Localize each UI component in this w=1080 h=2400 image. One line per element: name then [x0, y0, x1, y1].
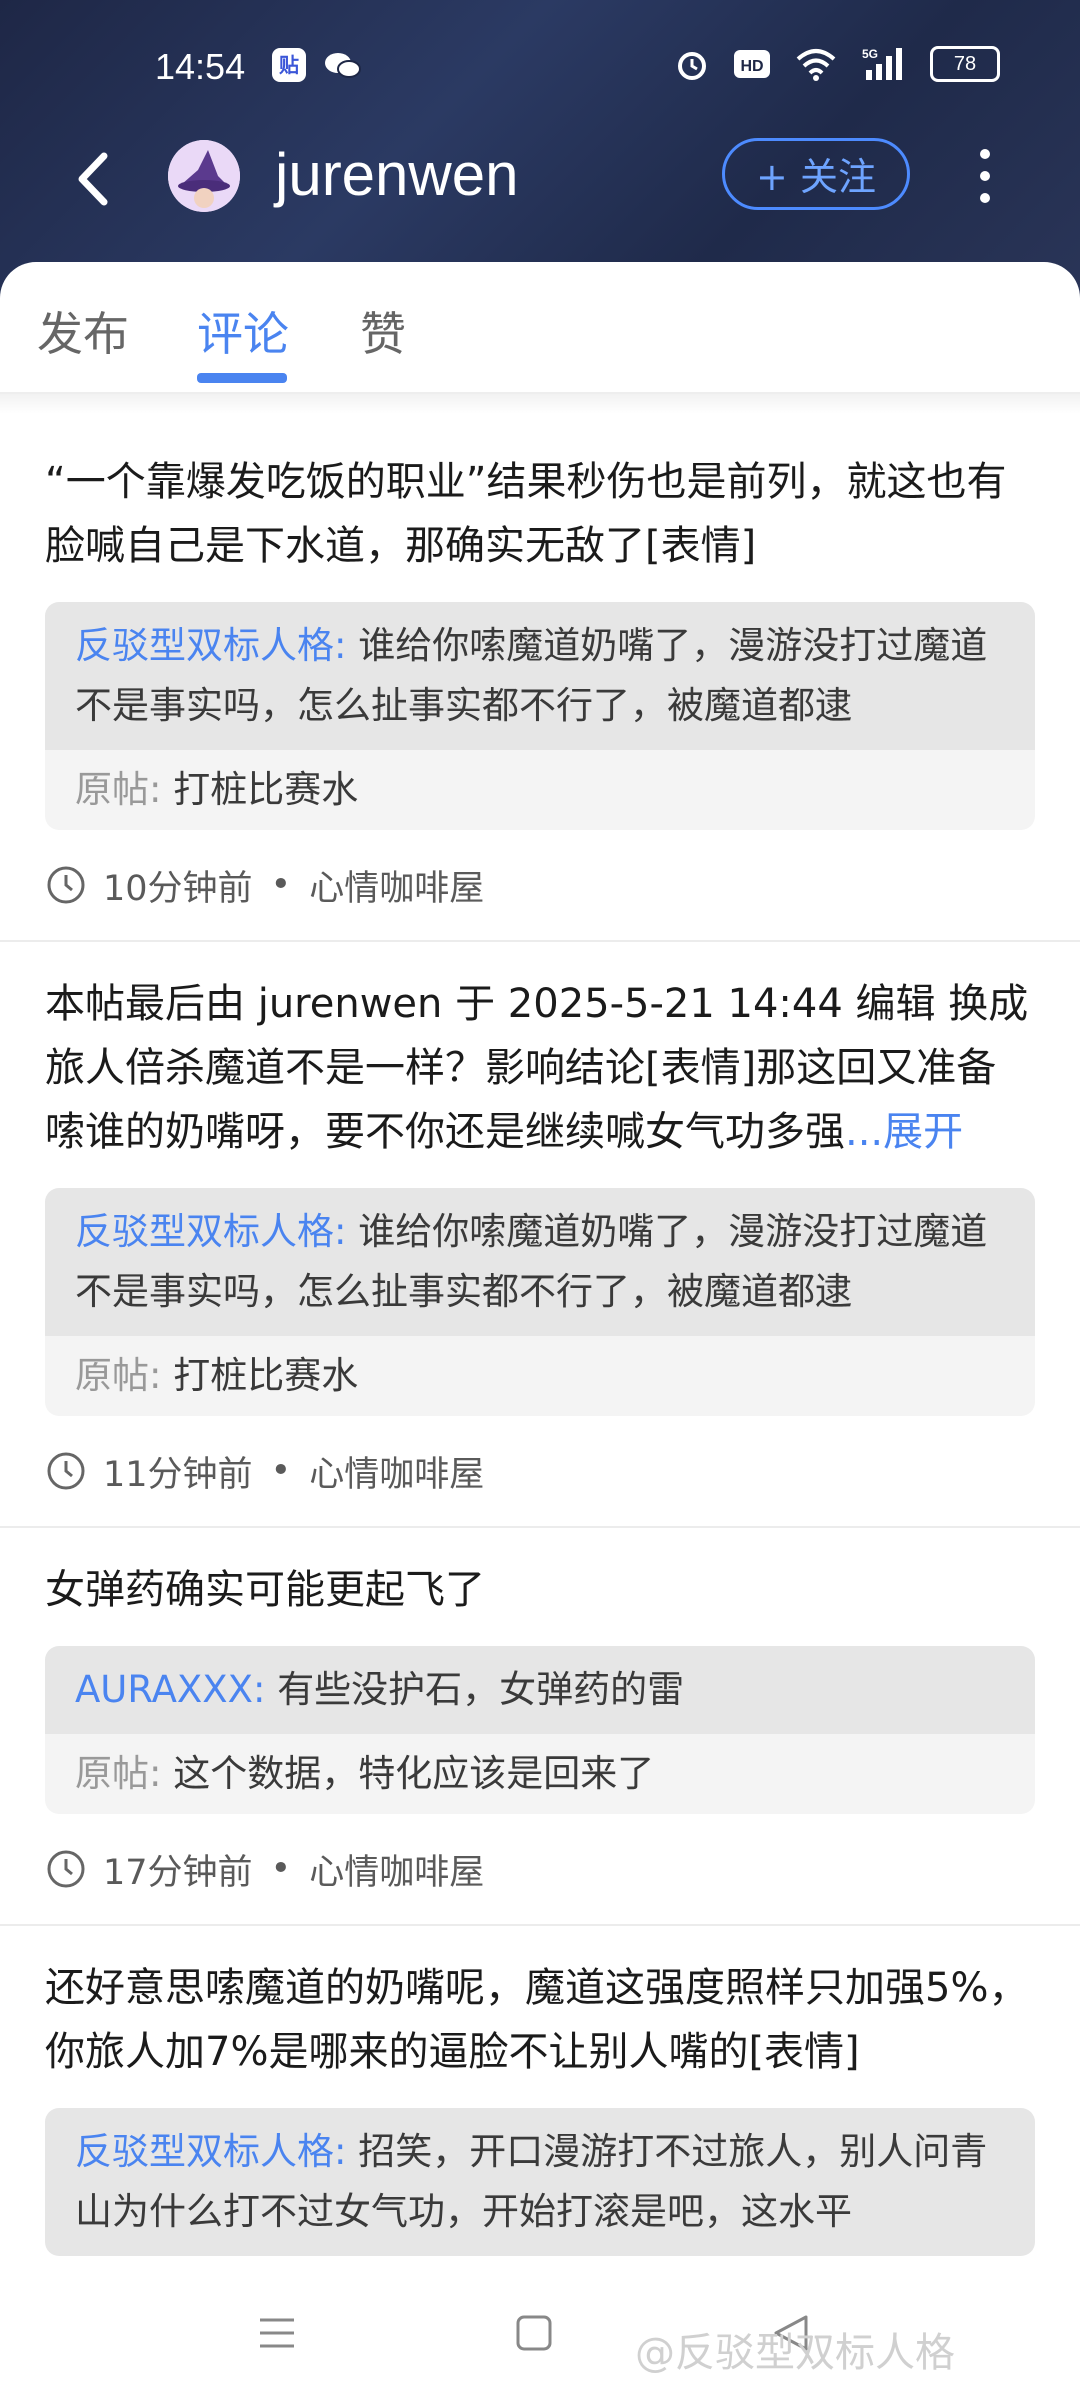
- comment-text: 女弹药确实可能更起飞了: [45, 1567, 485, 1613]
- avatar[interactable]: [168, 140, 240, 212]
- tab-comments[interactable]: 评论: [197, 298, 289, 364]
- tab-likes[interactable]: 赞: [360, 298, 406, 364]
- original-post[interactable]: 原帖: 打桩比赛水: [45, 1336, 1035, 1416]
- quote-box[interactable]: 反驳型双标人格: 谁给你嗦魔道奶嘴了，漫游没打过魔道不是事实吗，怎么扯事实都不行…: [45, 602, 1035, 830]
- svg-text:5G: 5G: [862, 47, 878, 61]
- meta-separator: •: [270, 1451, 292, 1491]
- quoted-reply: 反驳型双标人格: 谁给你嗦魔道奶嘴了，漫游没打过魔道不是事实吗，怎么扯事实都不行…: [45, 602, 1035, 750]
- comment-text: “一个靠爆发吃饭的职业”结果秒伤也是前列，就这也有脸喊自己是下水道，那确实无敌了…: [45, 459, 1007, 569]
- svg-text:HD: HD: [740, 58, 763, 75]
- clock-icon: [47, 1850, 85, 1888]
- original-post-title: 打桩比赛水: [173, 1354, 359, 1397]
- comment-meta: 11分钟前 • 心情咖啡屋: [45, 1416, 1035, 1526]
- quoted-reply: 反驳型双标人格: 招笑，开口漫游打不过旅人，别人问青山为什么打不过女气功，开始打…: [45, 2108, 1035, 2256]
- comment-feed: “一个靠爆发吃饭的职业”结果秒伤也是前列，就这也有脸喊自己是下水道，那确实无敌了…: [0, 420, 1080, 2256]
- active-tab-indicator: [197, 373, 287, 383]
- comment-meta: 17分钟前 • 心情咖啡屋: [45, 1814, 1035, 1924]
- follow-button[interactable]: + 关注: [722, 138, 910, 210]
- meta-separator: •: [270, 865, 292, 905]
- wechat-icon: [325, 53, 361, 78]
- home-square-icon[interactable]: [511, 2310, 557, 2356]
- comment-item[interactable]: “一个靠爆发吃饭的职业”结果秒伤也是前列，就这也有脸喊自己是下水道，那确实无敌了…: [0, 420, 1080, 942]
- status-time: 14:54: [155, 46, 246, 87]
- quoted-author[interactable]: 反驳型双标人格:: [75, 1210, 346, 1253]
- hd-icon: HD: [734, 50, 770, 78]
- comment-text: 本帖最后由 jurenwen 于 2025-5-21 14:44 编辑 换成旅人…: [45, 942, 1035, 1164]
- original-post[interactable]: 原帖: 这个数据，特化应该是回来了: [45, 1734, 1035, 1814]
- tieba-app-icon: 贴: [272, 48, 306, 82]
- tab-publish[interactable]: 发布: [37, 298, 129, 364]
- menu-icon[interactable]: [254, 2310, 300, 2356]
- comment-text: 还好意思嗦魔道的奶嘴呢，魔道这强度照样只加强5%，你旅人加7%是哪来的逼脸不让别…: [45, 1965, 1029, 2075]
- forum-name[interactable]: 心情咖啡屋: [309, 1844, 484, 1895]
- witch-hat-avatar-icon: [168, 140, 240, 212]
- original-post-title: 打桩比赛水: [173, 768, 359, 811]
- quoted-author[interactable]: AURAXXX:: [75, 1668, 265, 1711]
- comment-item[interactable]: 本帖最后由 jurenwen 于 2025-5-21 14:44 编辑 换成旅人…: [0, 942, 1080, 1528]
- status-bar: 14:54 贴 HD 5G 78: [0, 40, 1080, 96]
- quote-box[interactable]: 反驳型双标人格: 招笑，开口漫游打不过旅人，别人问青山为什么打不过女气功，开始打…: [45, 2108, 1035, 2256]
- content-panel: 发布 评论 赞 “一个靠爆发吃饭的职业”结果秒伤也是前列，就这也有脸喊自己是下水…: [0, 262, 1080, 2400]
- original-post-label: 原帖:: [75, 1354, 162, 1397]
- back-arrow-icon[interactable]: [60, 144, 130, 214]
- divider: [0, 394, 1080, 414]
- status-icons: HD 5G 78: [674, 46, 1000, 82]
- original-post-label: 原帖:: [75, 1752, 162, 1795]
- tab-bar: 发布 评论 赞: [0, 262, 1080, 394]
- alarm-icon: [678, 52, 706, 80]
- clock-icon: [47, 866, 85, 904]
- comment-item[interactable]: 还好意思嗦魔道的奶嘴呢，魔道这强度照样只加强5%，你旅人加7%是哪来的逼脸不让别…: [0, 1926, 1080, 2256]
- original-post-title: 这个数据，特化应该是回来了: [173, 1752, 655, 1795]
- original-post[interactable]: 原帖: 打桩比赛水: [45, 750, 1035, 830]
- forum-name[interactable]: 心情咖啡屋: [309, 860, 484, 911]
- expand-link[interactable]: ...展开: [845, 1109, 963, 1155]
- quoted-reply: 反驳型双标人格: 谁给你嗦魔道奶嘴了，漫游没打过魔道不是事实吗，怎么扯事实都不行…: [45, 1188, 1035, 1336]
- comment-time: 11分钟前: [103, 1454, 253, 1495]
- quoted-reply-text: 有些没护石，女弹药的雷: [277, 1668, 685, 1711]
- battery-indicator: 78: [930, 46, 1000, 82]
- watermark: @反驳型双标人格: [635, 2330, 955, 2376]
- comment-time: 10分钟前: [103, 868, 253, 909]
- quote-box[interactable]: AURAXXX: 有些没护石，女弹药的雷 原帖: 这个数据，特化应该是回来了: [45, 1646, 1035, 1814]
- clock-icon: [47, 1452, 85, 1490]
- comment-time: 17分钟前: [103, 1852, 253, 1893]
- quoted-author[interactable]: 反驳型双标人格:: [75, 2130, 346, 2173]
- comment-item[interactable]: 女弹药确实可能更起飞了 AURAXXX: 有些没护石，女弹药的雷 原帖: 这个数…: [0, 1528, 1080, 1926]
- forum-name[interactable]: 心情咖啡屋: [309, 1446, 484, 1497]
- quote-box[interactable]: 反驳型双标人格: 谁给你嗦魔道奶嘴了，漫游没打过魔道不是事实吗，怎么扯事实都不行…: [45, 1188, 1035, 1416]
- quoted-author[interactable]: 反驳型双标人格:: [75, 624, 346, 667]
- meta-separator: •: [270, 1849, 292, 1889]
- more-options-icon[interactable]: [965, 144, 1005, 208]
- original-post-label: 原帖:: [75, 768, 162, 811]
- profile-header: jurenwen + 关注: [0, 130, 1080, 230]
- cellular-signal-icon: 5G: [862, 47, 902, 80]
- comment-meta: 10分钟前 • 心情咖啡屋: [45, 830, 1035, 940]
- quoted-reply: AURAXXX: 有些没护石，女弹药的雷: [45, 1646, 1035, 1734]
- username: jurenwen: [275, 141, 519, 208]
- wifi-icon: [796, 49, 836, 81]
